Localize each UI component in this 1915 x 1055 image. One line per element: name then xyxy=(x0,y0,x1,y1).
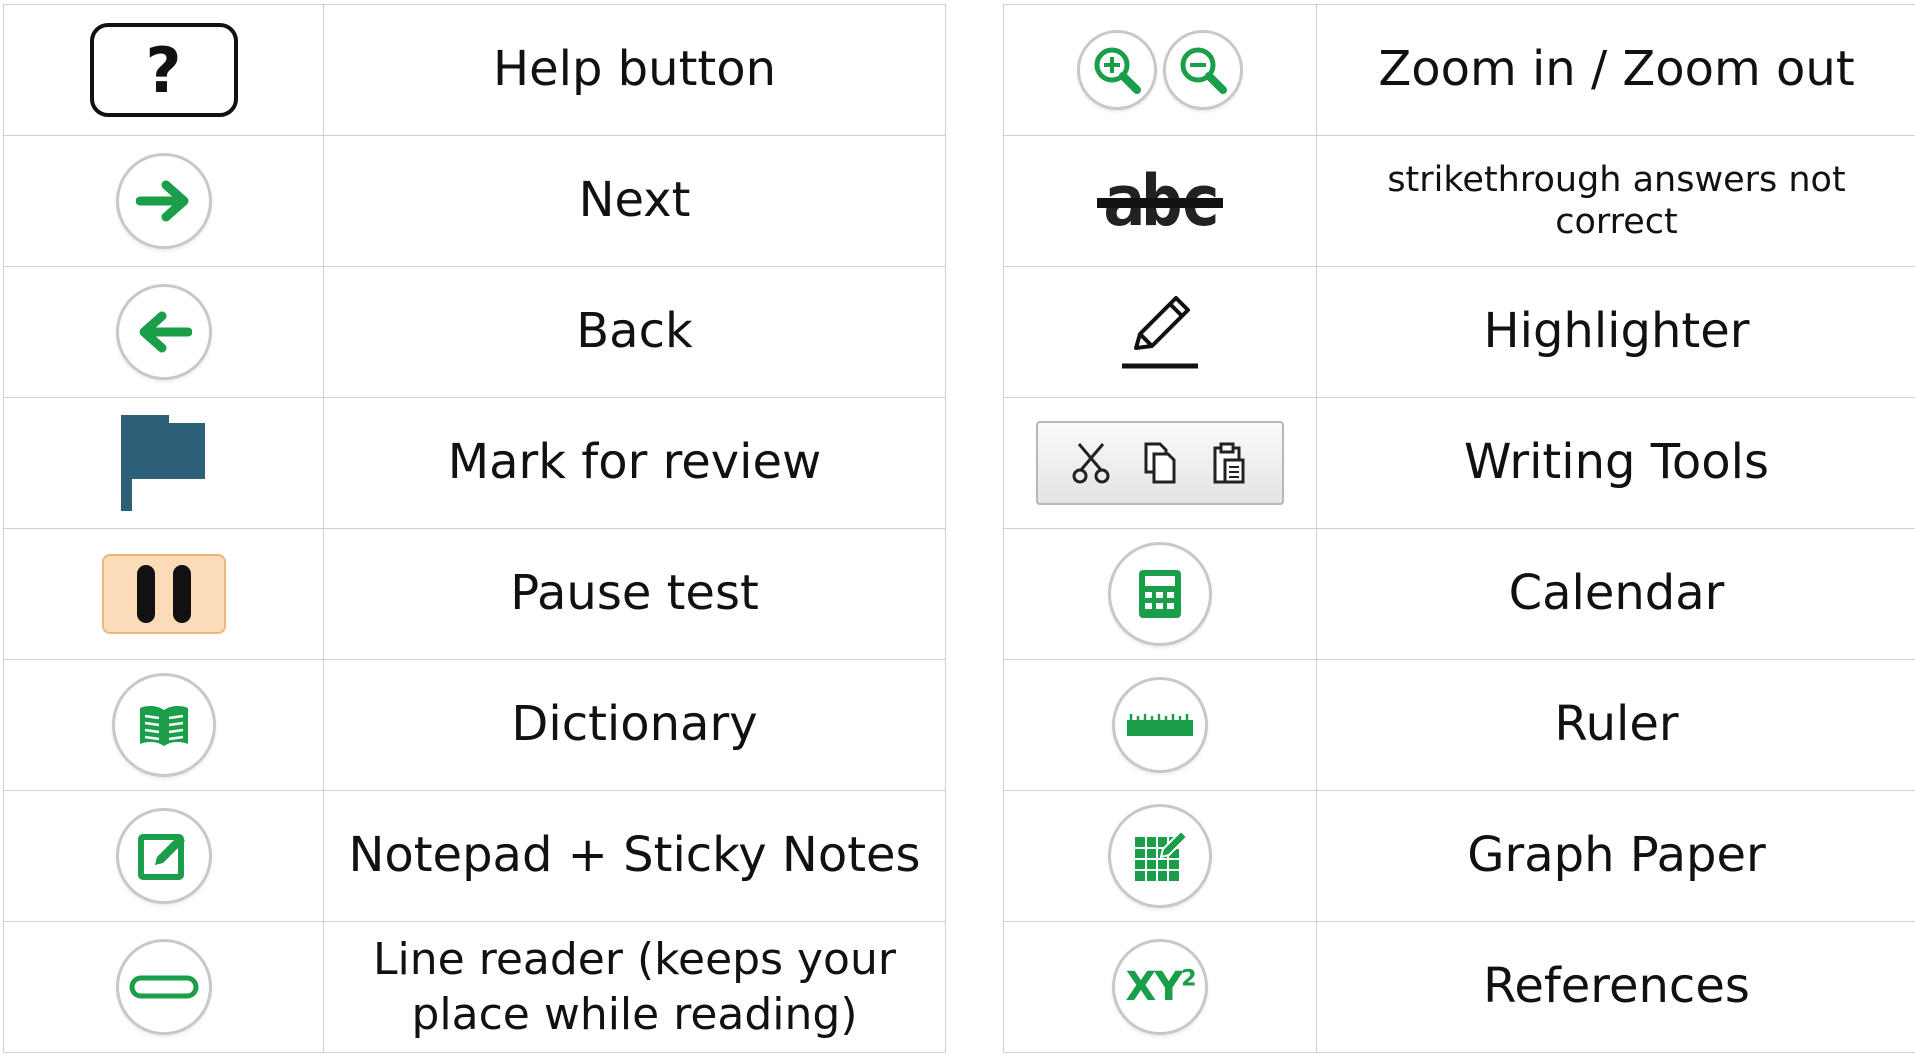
flag-icon[interactable] xyxy=(119,413,209,513)
pause-icon[interactable] xyxy=(101,554,226,634)
book-icon[interactable] xyxy=(111,673,216,777)
arrow-left-icon[interactable] xyxy=(115,284,212,380)
legend-row-dictionary: Dictionary xyxy=(4,660,946,791)
legend-row-help: ? Help button xyxy=(4,5,946,136)
scissors-icon[interactable] xyxy=(1071,440,1111,486)
paste-icon[interactable] xyxy=(1209,440,1249,486)
edit-note-icon[interactable] xyxy=(115,808,212,904)
legend-row-notepad: Notepad + Sticky Notes xyxy=(4,791,946,922)
ruler-icon[interactable] xyxy=(1112,677,1208,773)
line-reader-icon[interactable] xyxy=(115,939,212,1035)
legend-label: strikethrough answers not correct xyxy=(1387,160,1846,242)
left-legend-table: ? Help button Next Back Mark for review xyxy=(3,4,946,1053)
legend-label: Dictionary xyxy=(324,660,946,790)
legend-label: Highlighter xyxy=(1483,303,1750,360)
legend-label: Writing Tools xyxy=(1464,434,1769,491)
xy-squared-icon[interactable]: XY2 xyxy=(1112,939,1208,1035)
calculator-icon[interactable] xyxy=(1108,542,1212,646)
legend-row-line-reader: Line reader (keeps your place while read… xyxy=(4,922,946,1053)
legend-row-zoom: Zoom in / Zoom out xyxy=(1004,5,1915,136)
legend-label: Help button xyxy=(324,5,946,135)
legend-label: Graph Paper xyxy=(1467,827,1766,884)
legend-label: Back xyxy=(324,267,946,397)
legend-row-mark-review: Mark for review xyxy=(4,398,946,529)
legend-row-strikethrough: abc strikethrough answers not correct xyxy=(1004,136,1915,267)
legend-label: References xyxy=(1483,958,1750,1015)
legend-row-references: XY2 References xyxy=(1004,922,1915,1053)
pencil-icon[interactable] xyxy=(1118,290,1202,374)
legend-row-next: Next xyxy=(4,136,946,267)
legend-row-pause: Pause test xyxy=(4,529,946,660)
zoom-in-zoom-out-icon xyxy=(1077,30,1243,110)
legend-label: Notepad + Sticky Notes xyxy=(324,791,946,921)
legend-label: Calendar xyxy=(1508,565,1725,622)
legend-row-back: Back xyxy=(4,267,946,398)
zoom-out-icon[interactable] xyxy=(1163,30,1243,110)
legend-label: Zoom in / Zoom out xyxy=(1378,41,1855,98)
strikethrough-icon[interactable]: abc xyxy=(1103,166,1221,236)
legend-row-ruler: Ruler xyxy=(1004,660,1915,791)
legend-row-graph-paper: Graph Paper xyxy=(1004,791,1915,922)
legend-label: Ruler xyxy=(1554,696,1679,753)
right-legend-table: Zoom in / Zoom out abc strikethrough ans… xyxy=(1003,4,1915,1053)
help-icon[interactable]: ? xyxy=(89,23,238,117)
copy-icon[interactable] xyxy=(1140,440,1180,486)
legend-row-highlighter: Highlighter xyxy=(1004,267,1915,398)
legend-row-writing-tools: Writing Tools xyxy=(1004,398,1915,529)
legend-label: Pause test xyxy=(324,529,946,659)
arrow-right-icon[interactable] xyxy=(115,153,212,249)
zoom-in-icon[interactable] xyxy=(1077,30,1157,110)
legend-label: Mark for review xyxy=(324,398,946,528)
graph-paper-icon[interactable] xyxy=(1108,804,1212,908)
legend-label: Next xyxy=(324,136,946,266)
writing-tools-icon xyxy=(1036,421,1284,505)
legend-row-calendar: Calendar xyxy=(1004,529,1915,660)
legend-label: Line reader (keeps your place while read… xyxy=(324,922,946,1052)
